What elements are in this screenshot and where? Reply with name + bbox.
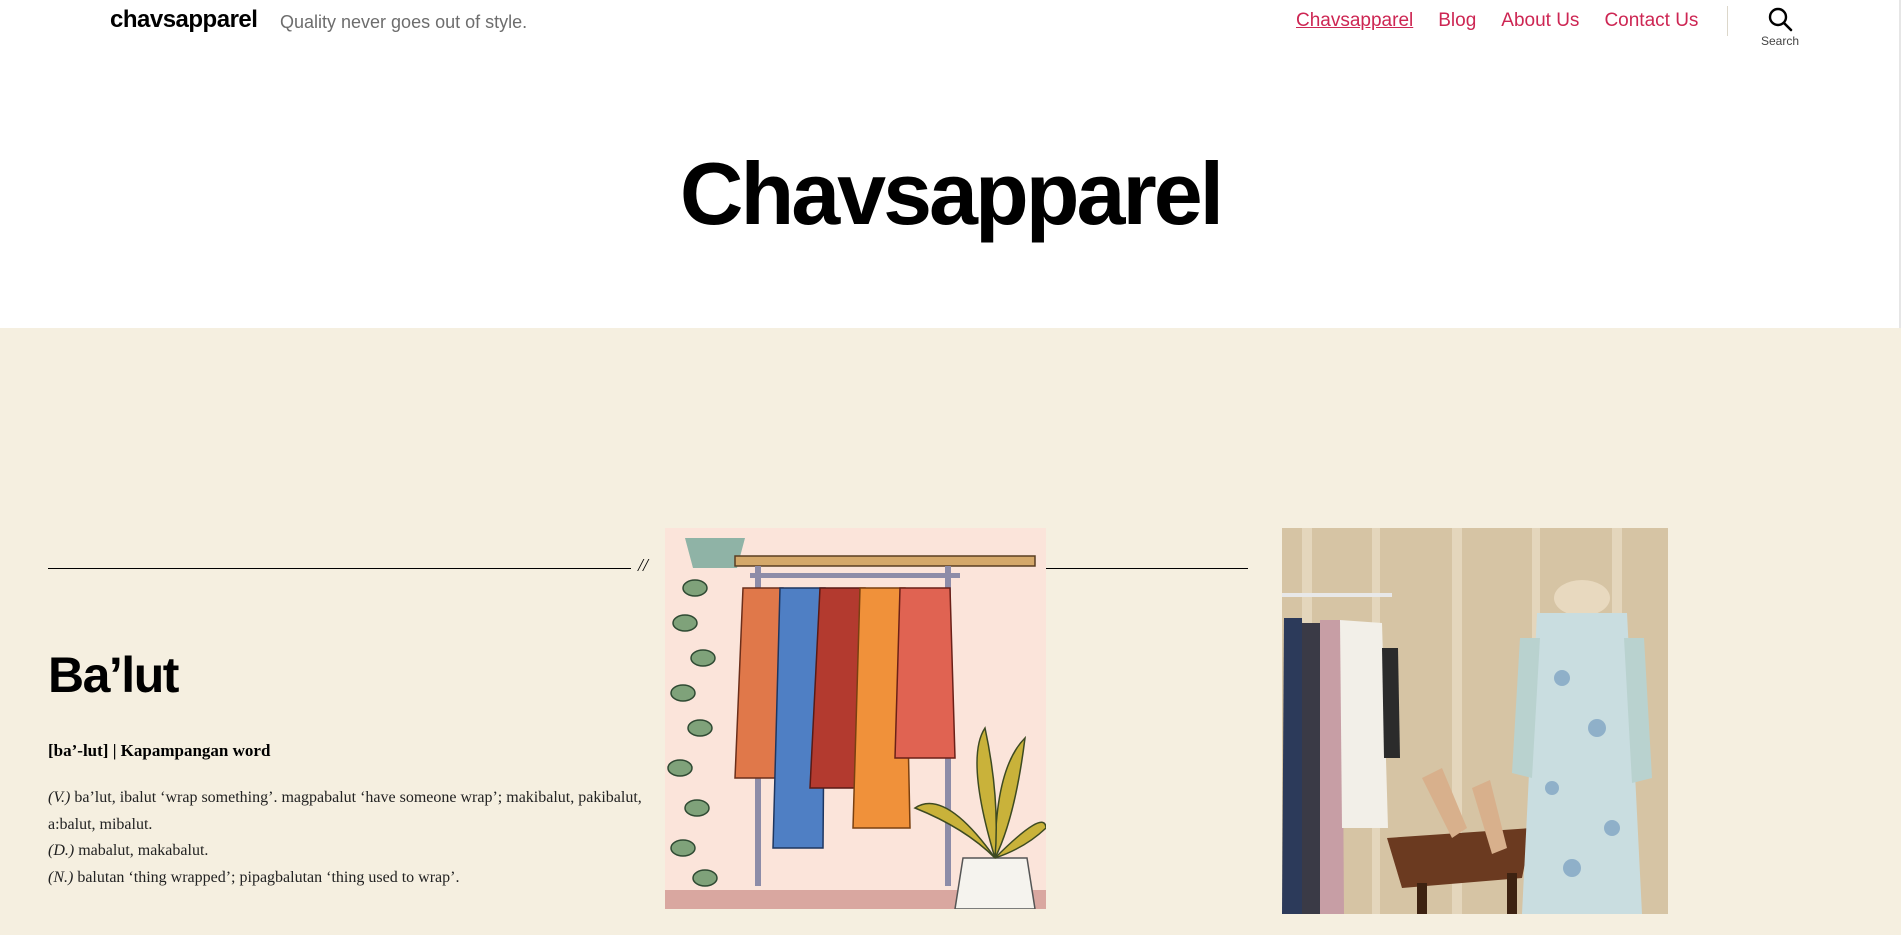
clothing-rack-illustration [665,528,1046,909]
divider-slashes: // [638,555,649,575]
definition-text: balutan ‘thing wrapped’; pipagbalutan ‘t… [73,868,460,886]
nav-item-chavsapparel[interactable]: Chavsapparel [1296,10,1413,32]
search-label: Search [1760,34,1800,48]
word-heading: Ba’lut [48,647,179,703]
part-of-speech: (N.) [48,868,74,886]
page-title: Chavsapparel [679,144,1224,243]
nav-divider [1727,6,1728,36]
dress-display-photo [1282,528,1668,914]
definition-block: (V.) ba’lut, ibalut ‘wrap something’. ma… [48,785,648,891]
definition-line: (N.) balutan ‘thing wrapped’; pipagbalut… [48,865,648,892]
nav-item-blog[interactable]: Blog [1438,10,1476,32]
primary-nav: Chavsapparel Blog About Us Contact Us [1296,10,1698,32]
definition-line: (V.) ba’lut, ibalut ‘wrap something’. ma… [48,785,648,838]
part-of-speech: (D.) [48,842,75,859]
site-header: chavsapparel Quality never goes out of s… [0,0,1901,80]
divider-line-left [48,568,631,569]
site-title[interactable]: chavsapparel [110,6,258,34]
part-of-speech: (V.) [48,789,71,806]
search-icon [1768,7,1793,32]
definition-line: (D.) mabalut, makabalut. [48,838,648,865]
definition-text: mabalut, makabalut. [74,842,209,859]
nav-item-about-us[interactable]: About Us [1501,10,1579,32]
definition-text: ba’lut, ibalut ‘wrap something’. magpaba… [48,789,642,833]
site-tagline: Quality never goes out of style. [280,12,528,32]
search-toggle-button[interactable]: Search [1740,6,1820,48]
pronunciation: [ba’-lut] | Kapampangan word [48,741,271,760]
nav-item-contact-us[interactable]: Contact Us [1604,10,1698,32]
